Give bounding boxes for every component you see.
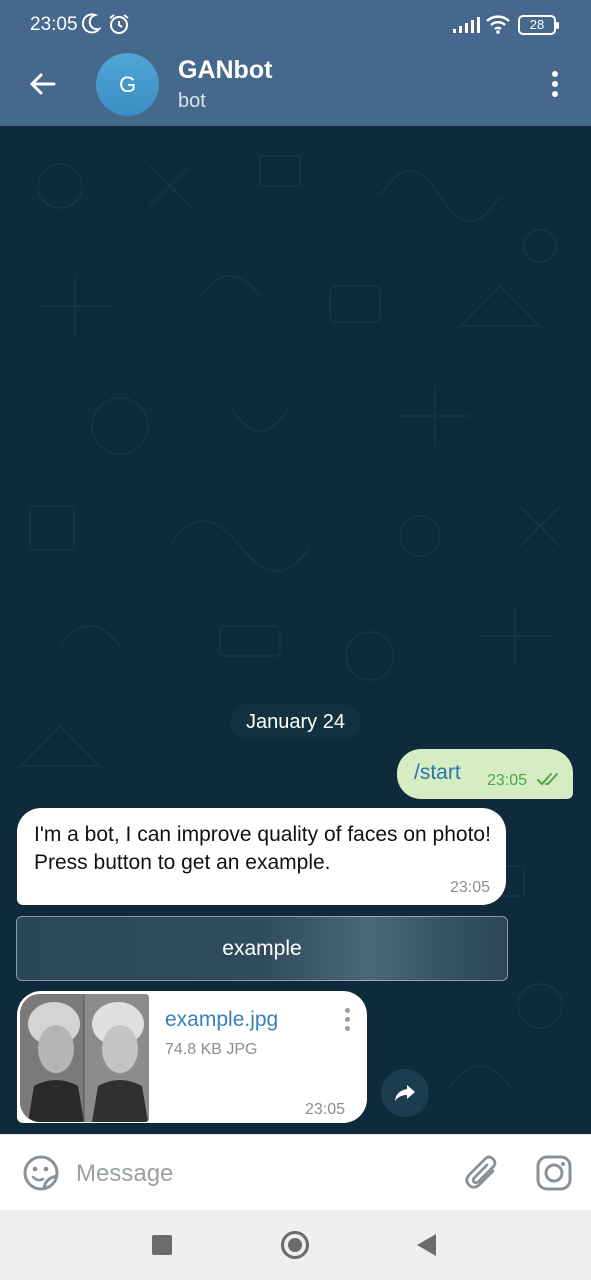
arrow-left-icon bbox=[30, 73, 56, 95]
signal-icon bbox=[453, 17, 480, 33]
avatar[interactable]: G bbox=[96, 53, 159, 116]
chat-header: G GANbot bot bbox=[0, 52, 591, 126]
message-time: 23:05 bbox=[305, 1101, 346, 1118]
status-bar: 23:05 28 bbox=[0, 0, 591, 52]
date-divider: January 24 bbox=[230, 704, 361, 740]
incoming-message[interactable]: I'm a bot, I can improve quality of face… bbox=[17, 808, 506, 905]
status-time: 23:05 bbox=[30, 14, 78, 35]
moon-icon bbox=[81, 13, 101, 34]
system-nav-bar bbox=[0, 1210, 591, 1280]
example-inline-button[interactable]: example bbox=[16, 916, 508, 981]
dot-icon bbox=[552, 81, 558, 87]
chat-area[interactable]: January 24 /start 23:05 I'm a bot, I can… bbox=[0, 126, 591, 1134]
message-text[interactable]: I'm a bot, I can improve quality of face… bbox=[34, 821, 494, 877]
more-options-button[interactable] bbox=[541, 66, 569, 102]
chat-title[interactable]: GANbot bbox=[178, 56, 272, 85]
dot-icon bbox=[344, 1016, 350, 1022]
message-input[interactable] bbox=[76, 1157, 446, 1191]
message-composer bbox=[0, 1134, 591, 1210]
alarm-icon bbox=[109, 14, 129, 34]
camera-icon[interactable] bbox=[535, 1154, 573, 1192]
file-options-button[interactable] bbox=[342, 1005, 352, 1033]
message-text[interactable]: /start bbox=[414, 761, 461, 785]
dot-icon bbox=[552, 91, 558, 97]
chat-subtitle: bot bbox=[178, 90, 206, 112]
chat-background-pattern bbox=[18, 155, 563, 1087]
message-time: 23:05 bbox=[449, 879, 490, 896]
share-button[interactable] bbox=[381, 1069, 429, 1117]
share-arrow-icon bbox=[395, 1085, 415, 1101]
sticker-icon[interactable] bbox=[22, 1154, 60, 1192]
wifi-icon bbox=[486, 15, 510, 34]
nav-back-button[interactable] bbox=[417, 1234, 436, 1256]
file-size: 74.8 KB JPG bbox=[165, 1041, 258, 1058]
paperclip-icon[interactable] bbox=[465, 1154, 501, 1192]
double-check-icon bbox=[537, 773, 558, 785]
dot-icon bbox=[344, 1025, 350, 1031]
message-time: 23:05 bbox=[487, 772, 528, 789]
battery-icon: 28 bbox=[518, 15, 559, 35]
dot-icon bbox=[344, 1007, 350, 1013]
back-button[interactable] bbox=[22, 66, 62, 102]
file-thumbnail[interactable] bbox=[20, 994, 149, 1122]
portrait-thumbnail-icon bbox=[20, 994, 149, 1122]
recents-button[interactable] bbox=[152, 1235, 172, 1255]
home-button[interactable] bbox=[281, 1231, 309, 1259]
dot-icon bbox=[552, 71, 558, 77]
file-name[interactable]: example.jpg bbox=[165, 1008, 278, 1032]
outgoing-message[interactable]: /start 23:05 bbox=[397, 749, 573, 799]
file-message[interactable]: example.jpg 74.8 KB JPG 23:05 bbox=[17, 991, 367, 1123]
